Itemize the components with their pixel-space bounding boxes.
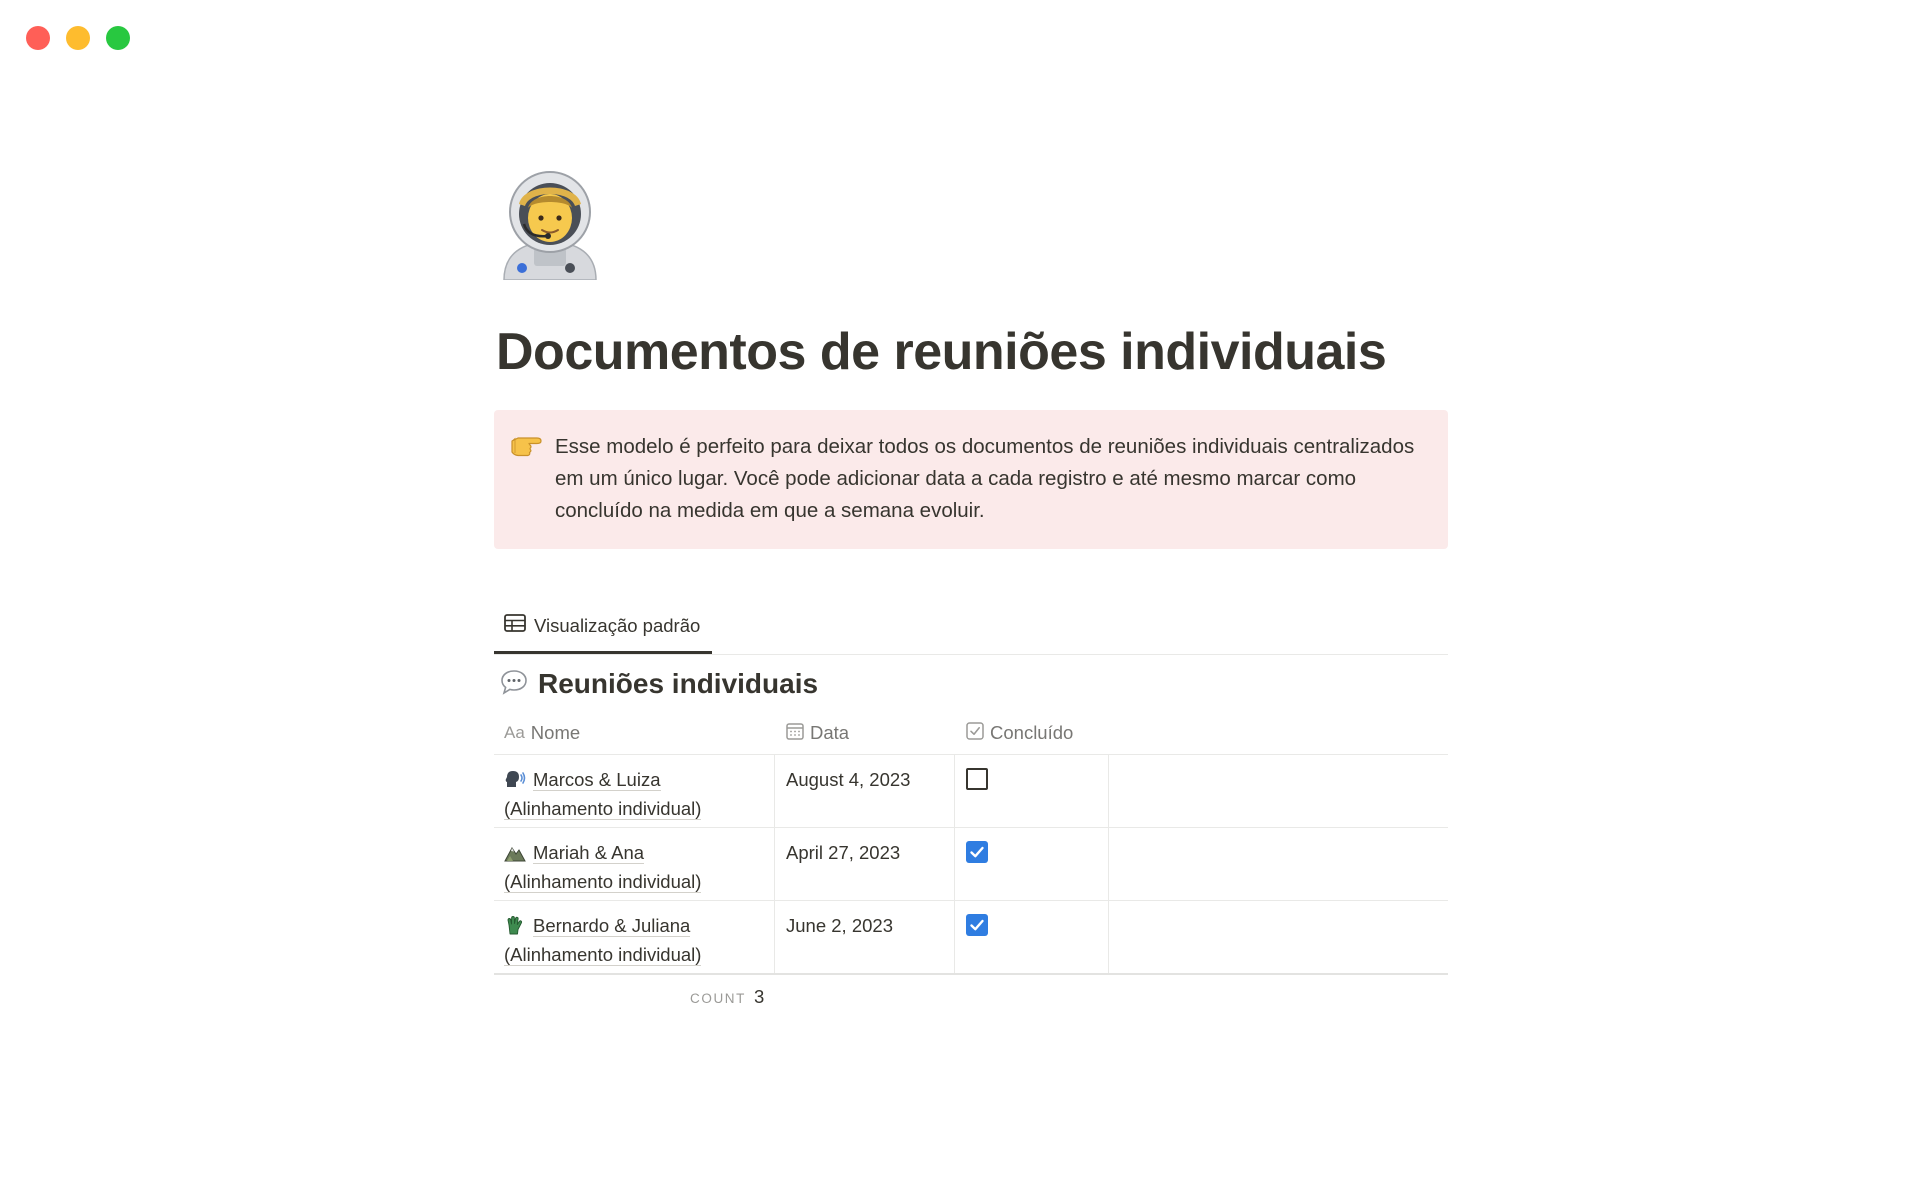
astronaut-icon[interactable] [494, 168, 606, 281]
table-row[interactable]: Mariah & Ana (Alinhamento individual) Ap… [494, 828, 1448, 901]
database-title: Reuniões individuais [500, 668, 818, 700]
column-label-concluido: Concluído [990, 722, 1074, 743]
speech-bubble-icon[interactable] [500, 669, 528, 700]
calendar-icon [786, 722, 804, 745]
table-footer-count[interactable]: COUNT 3 [690, 986, 764, 1008]
row-subtitle: (Alinhamento individual) [504, 944, 702, 966]
row-subtitle: (Alinhamento individual) [504, 871, 702, 893]
table-row[interactable]: Bernardo & Juliana (Alinhamento individu… [494, 901, 1448, 975]
row-name: Bernardo & Juliana [533, 915, 691, 937]
column-label-nome: Nome [530, 722, 581, 743]
window-controls [26, 26, 130, 50]
tab-label: Visualização padrão [534, 614, 701, 636]
row-name-cell[interactable]: Marcos & Luiza (Alinhamento individual) [504, 765, 766, 823]
text-property-icon: Aa [504, 723, 525, 742]
count-label: COUNT [690, 991, 746, 1006]
column-header-concluido[interactable]: Concluído [966, 712, 1073, 754]
callout-text[interactable]: Esse modelo é perfeito para deixar todos… [555, 431, 1425, 527]
database-title-text[interactable]: Reuniões individuais [538, 668, 818, 700]
row-name: Marcos & Luiza [533, 769, 661, 791]
row-subtitle: (Alinhamento individual) [504, 798, 702, 820]
raised-hand-icon [504, 914, 526, 935]
row-name: Mariah & Ana [533, 842, 645, 864]
tab-visualizacao-padrao[interactable]: Visualização padrão [494, 606, 713, 654]
checkbox-icon [966, 721, 984, 745]
checkmark-icon [970, 919, 984, 931]
table-icon [504, 614, 526, 637]
database-table: Aa Nome Data Concluído Marcos & Luiza (A… [494, 712, 1448, 975]
table-header: Aa Nome Data Concluído [494, 712, 1448, 755]
callout: Esse modelo é perfeito para deixar todos… [494, 410, 1448, 549]
row-name-cell[interactable]: Mariah & Ana (Alinhamento individual) [504, 838, 766, 896]
mountain-icon [504, 841, 526, 862]
speaking-head-icon [504, 768, 526, 788]
row-date[interactable]: April 27, 2023 [786, 838, 900, 867]
column-header-data[interactable]: Data [786, 712, 849, 754]
row-done-checkbox[interactable] [966, 768, 988, 790]
column-label-data: Data [810, 722, 850, 743]
view-tabs: Visualização padrão [494, 606, 1448, 655]
column-header-nome[interactable]: Aa Nome [504, 712, 580, 754]
row-date[interactable]: June 2, 2023 [786, 911, 893, 940]
count-value: 3 [754, 986, 765, 1007]
window-minimize-button[interactable] [66, 26, 90, 50]
row-name-cell[interactable]: Bernardo & Juliana (Alinhamento individu… [504, 911, 766, 969]
window-maximize-button[interactable] [106, 26, 130, 50]
table-row[interactable]: Marcos & Luiza (Alinhamento individual) … [494, 755, 1448, 828]
row-date[interactable]: August 4, 2023 [786, 765, 910, 794]
pointing-right-hand-icon[interactable] [510, 432, 542, 458]
window-close-button[interactable] [26, 26, 50, 50]
checkmark-icon [970, 846, 984, 858]
row-done-checkbox[interactable] [966, 841, 988, 863]
row-done-checkbox[interactable] [966, 914, 988, 936]
page-title[interactable]: Documentos de reuniões individuais [496, 322, 1387, 382]
